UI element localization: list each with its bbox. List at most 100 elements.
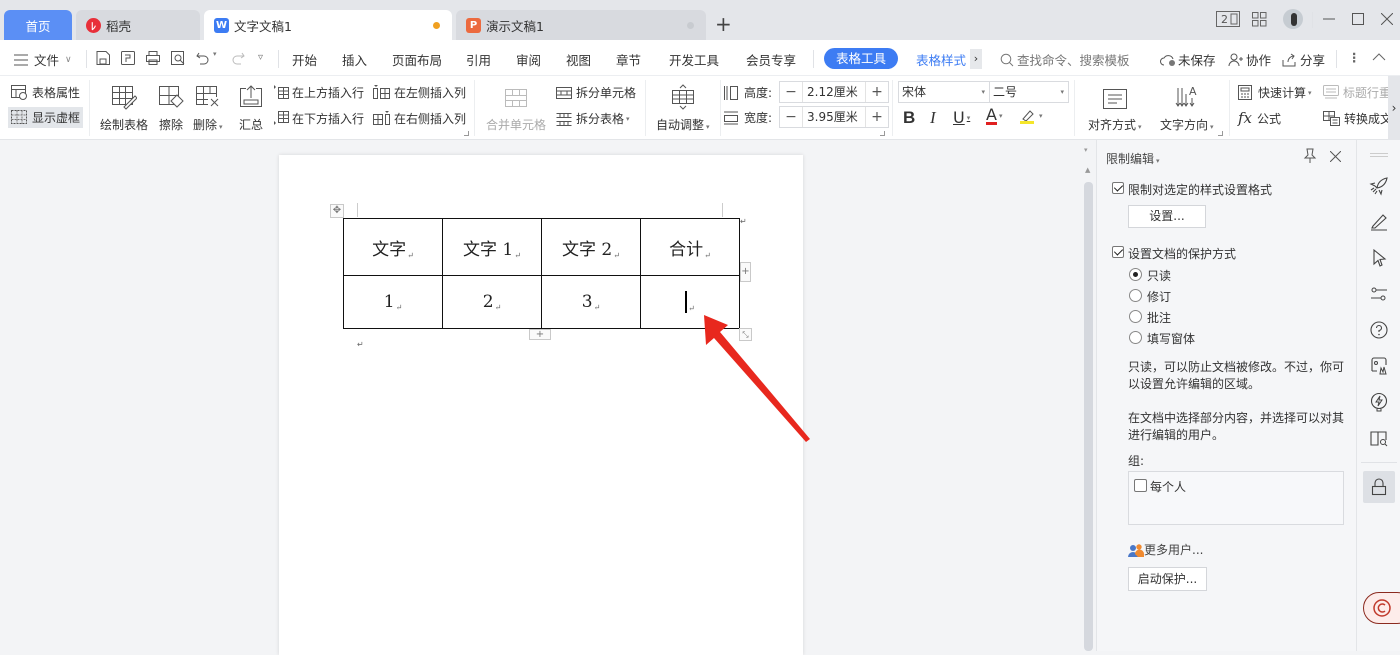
insert-column-left-button[interactable]: 在左侧插入列 bbox=[373, 84, 466, 101]
command-search[interactable]: 查找命令、搜索模板 bbox=[1000, 50, 1130, 69]
file-menu[interactable]: 文件 ∨ bbox=[14, 50, 72, 69]
tab-table-style[interactable]: 表格样式 bbox=[916, 50, 966, 69]
alignment-button[interactable]: 对齐方式 ▾ bbox=[1088, 82, 1142, 133]
quick-calc-button[interactable]: 快速计算 ▾ bbox=[1238, 84, 1312, 101]
more-options-button[interactable]: ⋮ bbox=[1348, 50, 1361, 65]
add-column-button[interactable]: + bbox=[740, 262, 751, 282]
redo-button[interactable] bbox=[230, 50, 246, 66]
drag-handle-icon[interactable] bbox=[1370, 153, 1388, 157]
readonly-radio[interactable] bbox=[1129, 268, 1142, 281]
merge-cells-button[interactable]: 合并单元格 bbox=[486, 82, 546, 133]
settings-sliders-button[interactable] bbox=[1369, 284, 1389, 304]
ai-image-button[interactable] bbox=[1369, 356, 1389, 376]
table-cell[interactable]: 合计↵ bbox=[640, 218, 740, 276]
menu-page-layout[interactable]: 页面布局 bbox=[392, 50, 442, 69]
show-gridlines-toggle[interactable]: 显示虚框 bbox=[8, 107, 84, 128]
bold-button[interactable]: B bbox=[903, 108, 915, 128]
tab-presentation[interactable]: P 演示文稿1 bbox=[456, 10, 706, 40]
track-changes-radio[interactable] bbox=[1129, 289, 1142, 302]
scroll-menu-icon[interactable]: ▾ bbox=[1084, 146, 1088, 154]
menu-start[interactable]: 开始 bbox=[292, 50, 317, 69]
increase-height-button[interactable]: + bbox=[866, 84, 888, 100]
table-move-handle[interactable]: ✥ bbox=[330, 204, 344, 218]
save-button[interactable] bbox=[95, 50, 111, 66]
more-users-link[interactable]: 更多用户... bbox=[1128, 541, 1203, 558]
font-name-select[interactable]: 宋体 ▾ bbox=[898, 81, 990, 103]
minimize-button[interactable] bbox=[1323, 9, 1335, 29]
draw-table-button[interactable]: 绘制表格 bbox=[100, 82, 148, 133]
increase-width-button[interactable]: + bbox=[866, 109, 888, 125]
insert-row-below-button[interactable]: 在下方插入行 bbox=[273, 110, 364, 127]
header-row-repeat-button[interactable]: 标题行重 bbox=[1323, 84, 1391, 101]
scroll-up-icon[interactable]: ▲ bbox=[1085, 166, 1090, 174]
page-count-button[interactable]: 2 bbox=[1216, 11, 1240, 27]
tab-home[interactable]: 首页 bbox=[4, 10, 72, 40]
close-window-button[interactable] bbox=[1381, 13, 1393, 25]
protect-document-checkbox[interactable] bbox=[1112, 246, 1124, 258]
erase-button[interactable]: 擦除 bbox=[158, 82, 184, 133]
font-size-select[interactable]: 二号 ▾ bbox=[989, 81, 1069, 103]
table-cell[interactable]: 1↵ bbox=[343, 275, 443, 329]
start-protection-button[interactable]: 启动保护... bbox=[1128, 567, 1207, 591]
table-cell[interactable]: 文字↵ bbox=[343, 218, 443, 276]
book-search-button[interactable] bbox=[1369, 428, 1389, 448]
insert-column-right-button[interactable]: 在右侧插入列 bbox=[373, 110, 466, 127]
decrease-height-button[interactable]: − bbox=[780, 84, 802, 100]
table-cell[interactable]: 文字 1↵ bbox=[442, 218, 542, 276]
panel-title-dropdown[interactable]: 限制编辑 ▾ bbox=[1106, 150, 1160, 167]
auto-fit-button[interactable]: 自动调整 ▾ bbox=[656, 82, 710, 133]
delete-button[interactable]: 删除 ▾ bbox=[193, 82, 223, 133]
column-width-input[interactable]: 3.95厘米 bbox=[802, 107, 866, 127]
underline-button[interactable]: U ▾ bbox=[953, 108, 970, 127]
insert-row-above-button[interactable]: 在上方插入行 bbox=[273, 84, 364, 101]
tab-writer-document[interactable]: W 文字文稿1 bbox=[204, 10, 452, 40]
collaborate-button[interactable]: 协作 bbox=[1228, 50, 1271, 69]
formula-button[interactable]: fx 公式 bbox=[1238, 109, 1281, 127]
split-table-button[interactable]: 拆分表格 ▾ bbox=[556, 110, 630, 127]
menu-chapter[interactable]: 章节 bbox=[616, 50, 641, 69]
help-button[interactable] bbox=[1369, 320, 1389, 340]
more-tabs-button[interactable]: › bbox=[970, 49, 982, 69]
font-color-button[interactable]: A ▾ bbox=[986, 107, 1002, 125]
row-height-input[interactable]: 2.12厘米 bbox=[802, 82, 866, 102]
comments-radio[interactable] bbox=[1129, 310, 1142, 323]
convert-to-text-button[interactable]: 转换成文 bbox=[1323, 110, 1392, 127]
menu-membership[interactable]: 会员专享 bbox=[746, 50, 796, 69]
menu-view[interactable]: 视图 bbox=[566, 50, 591, 69]
add-tab-button[interactable]: + bbox=[715, 12, 732, 36]
rocket-button[interactable] bbox=[1369, 176, 1389, 196]
tab-daoke[interactable]: ﾚ 稻壳 bbox=[76, 10, 200, 40]
column-width-stepper[interactable]: − 3.95厘米 + bbox=[779, 106, 889, 128]
customize-quick-access-button[interactable]: ▿ bbox=[258, 52, 263, 63]
group-expand-icon[interactable] bbox=[880, 131, 885, 136]
highlight-button[interactable]: ▾ bbox=[1019, 108, 1043, 124]
apps-grid-button[interactable] bbox=[1252, 12, 1267, 27]
vertical-scrollbar[interactable]: ▾ ▲ bbox=[1082, 140, 1096, 651]
floating-assistant-button[interactable] bbox=[1363, 592, 1400, 624]
group-list[interactable]: 每个人 bbox=[1128, 471, 1344, 525]
print-preview-button[interactable] bbox=[170, 50, 186, 66]
tab-table-tools[interactable]: 表格工具 bbox=[824, 48, 898, 69]
table-properties-button[interactable]: 表格属性 bbox=[11, 84, 80, 101]
add-row-button[interactable]: + bbox=[529, 329, 551, 340]
menu-developer[interactable]: 开发工具 bbox=[669, 50, 719, 69]
restrict-format-checkbox[interactable] bbox=[1112, 182, 1124, 194]
close-panel-button[interactable] bbox=[1330, 151, 1341, 162]
print-button[interactable] bbox=[145, 50, 161, 66]
ribbon-scroll-right-button[interactable]: › bbox=[1388, 76, 1400, 140]
table-cell[interactable]: 文字 2↵ bbox=[541, 218, 641, 276]
table-cell[interactable]: 3↵ bbox=[541, 275, 641, 329]
table-cell[interactable]: 2↵ bbox=[442, 275, 542, 329]
group-expand-icon[interactable] bbox=[464, 131, 469, 136]
settings-button[interactable]: 设置... bbox=[1128, 205, 1206, 228]
summary-button[interactable]: 汇总 bbox=[239, 82, 263, 133]
user-avatar[interactable] bbox=[1283, 9, 1303, 29]
split-cells-button[interactable]: 拆分单元格 bbox=[556, 84, 636, 101]
menu-insert[interactable]: 插入 bbox=[342, 50, 367, 69]
fill-forms-radio[interactable] bbox=[1129, 331, 1142, 344]
share-button[interactable]: 分享 bbox=[1282, 50, 1325, 69]
collapse-ribbon-button[interactable] bbox=[1372, 50, 1386, 64]
menu-references[interactable]: 引用 bbox=[466, 50, 491, 69]
row-height-stepper[interactable]: − 2.12厘米 + bbox=[779, 81, 889, 103]
everyone-checkbox[interactable] bbox=[1134, 479, 1147, 492]
